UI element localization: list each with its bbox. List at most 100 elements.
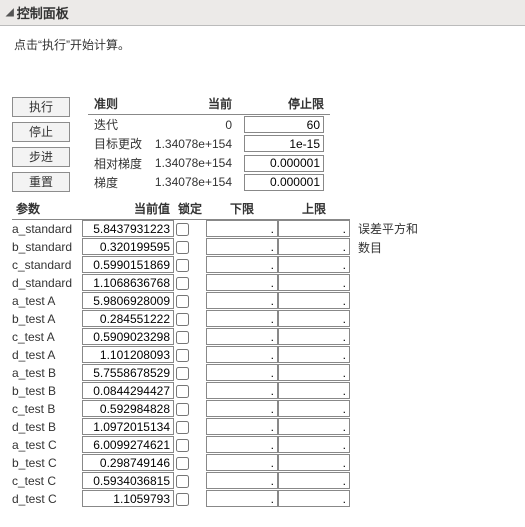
param-lower-input[interactable]: [206, 292, 278, 309]
criteria-header-stop: 停止限: [238, 95, 330, 115]
param-upper-input[interactable]: [278, 454, 350, 471]
param-lock-checkbox[interactable]: [176, 277, 189, 290]
param-lock-checkbox[interactable]: [176, 475, 189, 488]
param-value-input[interactable]: [82, 400, 174, 417]
param-row: a_test B: [12, 364, 350, 382]
param-value-input[interactable]: [82, 346, 174, 363]
param-upper-input[interactable]: [278, 310, 350, 327]
criteria-stop-input[interactable]: [244, 116, 324, 133]
param-name: c_test B: [12, 400, 82, 418]
param-header-value: 当前值: [82, 200, 174, 220]
param-name: c_test A: [12, 328, 82, 346]
step-button[interactable]: 步进: [12, 147, 70, 167]
param-lock-checkbox[interactable]: [176, 241, 189, 254]
param-value-input[interactable]: [82, 490, 174, 507]
collapse-toggle-icon[interactable]: ◢: [6, 7, 14, 18]
param-lower-input[interactable]: [206, 418, 278, 435]
param-lower-input[interactable]: [206, 454, 278, 471]
param-upper-input[interactable]: [278, 382, 350, 399]
param-lower-input[interactable]: [206, 310, 278, 327]
param-value-input[interactable]: [82, 364, 174, 381]
param-lower-input[interactable]: [206, 238, 278, 255]
param-lower-input[interactable]: [206, 220, 278, 237]
param-value-input[interactable]: [82, 274, 174, 291]
param-lock-checkbox[interactable]: [176, 403, 189, 416]
param-value-input[interactable]: [82, 472, 174, 489]
param-value-input[interactable]: [82, 238, 174, 255]
param-lock-checkbox[interactable]: [176, 259, 189, 272]
param-row: c_test C: [12, 472, 350, 490]
param-lower-input[interactable]: [206, 256, 278, 273]
action-button-column: 执行 停止 步进 重置: [12, 97, 70, 192]
param-upper-input[interactable]: [278, 328, 350, 345]
param-lock-checkbox[interactable]: [176, 331, 189, 344]
param-value-input[interactable]: [82, 328, 174, 345]
criteria-current: 1.34078e+154: [148, 134, 238, 153]
param-lower-input[interactable]: [206, 364, 278, 381]
criteria-current: 1.34078e+154: [148, 173, 238, 192]
param-row: a_test C: [12, 436, 350, 454]
param-lock-checkbox[interactable]: [176, 223, 189, 236]
param-value-input[interactable]: [82, 382, 174, 399]
param-name: d_standard: [12, 274, 82, 292]
criteria-label: 目标更改: [88, 134, 148, 153]
param-upper-input[interactable]: [278, 292, 350, 309]
param-lock-checkbox[interactable]: [176, 313, 189, 326]
param-row: c_test B: [12, 400, 350, 418]
param-lower-input[interactable]: [206, 490, 278, 507]
param-upper-input[interactable]: [278, 238, 350, 255]
param-lower-input[interactable]: [206, 274, 278, 291]
param-name: d_test C: [12, 490, 82, 508]
criteria-row: 相对梯度1.34078e+154: [88, 153, 330, 172]
param-lock-checkbox[interactable]: [176, 349, 189, 362]
param-lower-input[interactable]: [206, 400, 278, 417]
param-upper-input[interactable]: [278, 346, 350, 363]
criteria-row: 迭代0: [88, 115, 330, 135]
param-lower-input[interactable]: [206, 328, 278, 345]
param-value-input[interactable]: [82, 436, 174, 453]
panel-header: ◢ 控制面板: [0, 0, 525, 26]
param-upper-input[interactable]: [278, 364, 350, 381]
param-lower-input[interactable]: [206, 346, 278, 363]
criteria-current: 1.34078e+154: [148, 153, 238, 172]
param-value-input[interactable]: [82, 418, 174, 435]
param-upper-input[interactable]: [278, 490, 350, 507]
param-row: b_test C: [12, 454, 350, 472]
param-name: b_test B: [12, 382, 82, 400]
param-lower-input[interactable]: [206, 472, 278, 489]
criteria-label: 梯度: [88, 173, 148, 192]
param-upper-input[interactable]: [278, 436, 350, 453]
panel-title: 控制面板: [17, 3, 69, 22]
param-lock-checkbox[interactable]: [176, 421, 189, 434]
param-lock-checkbox[interactable]: [176, 295, 189, 308]
param-upper-input[interactable]: [278, 256, 350, 273]
parameters-table: 参数 当前值 锁定 下限 上限 a_standardb_standardc_st…: [12, 200, 350, 508]
param-value-input[interactable]: [82, 454, 174, 471]
criteria-stop-input[interactable]: [244, 155, 324, 172]
param-name: a_test C: [12, 436, 82, 454]
param-lock-checkbox[interactable]: [176, 493, 189, 506]
param-lock-checkbox[interactable]: [176, 439, 189, 452]
criteria-stop-input[interactable]: [244, 174, 324, 191]
param-lower-input[interactable]: [206, 436, 278, 453]
execute-button[interactable]: 执行: [12, 97, 70, 117]
criteria-row: 梯度1.34078e+154: [88, 173, 330, 192]
param-lock-checkbox[interactable]: [176, 385, 189, 398]
param-value-input[interactable]: [82, 292, 174, 309]
param-upper-input[interactable]: [278, 220, 350, 237]
param-lock-checkbox[interactable]: [176, 457, 189, 470]
criteria-stop-input[interactable]: [244, 135, 324, 152]
param-upper-input[interactable]: [278, 418, 350, 435]
param-upper-input[interactable]: [278, 400, 350, 417]
param-upper-input[interactable]: [278, 472, 350, 489]
param-value-input[interactable]: [82, 220, 174, 237]
param-value-input[interactable]: [82, 310, 174, 327]
param-lower-input[interactable]: [206, 382, 278, 399]
reset-button[interactable]: 重置: [12, 172, 70, 192]
param-name: b_test C: [12, 454, 82, 472]
param-upper-input[interactable]: [278, 274, 350, 291]
stop-button[interactable]: 停止: [12, 122, 70, 142]
param-value-input[interactable]: [82, 256, 174, 273]
param-lock-checkbox[interactable]: [176, 367, 189, 380]
param-name: a_test A: [12, 292, 82, 310]
